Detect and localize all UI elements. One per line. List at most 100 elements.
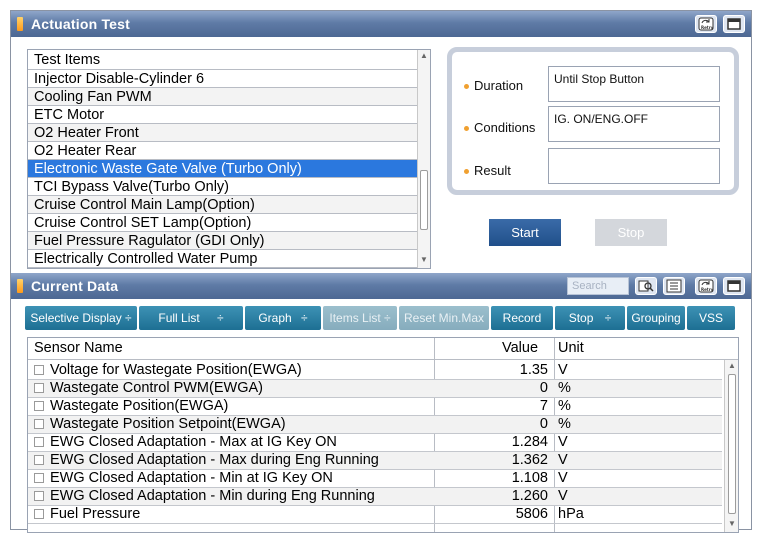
sensor-unit: V (558, 362, 568, 378)
selective-display-button[interactable]: Selective Display ÷ (25, 306, 137, 330)
sensor-unit: % (558, 380, 571, 396)
column-unit[interactable]: Unit (558, 340, 584, 356)
test-item-selected[interactable]: Electronic Waste Gate Valve (Turbo Only) (28, 160, 418, 178)
items-list-button[interactable]: Items List ÷ (323, 306, 397, 330)
find-icon[interactable] (635, 277, 657, 295)
full-list-button[interactable]: Full List ÷ (139, 306, 243, 330)
table-row[interactable]: EWG Closed Adaptation - Min during Eng R… (28, 488, 722, 506)
test-item[interactable]: Cooling Fan PWM (28, 88, 418, 106)
sensor-name-cell: Fuel Pressure (34, 506, 140, 523)
scroll-up-icon[interactable]: ▲ (728, 362, 736, 370)
full-list-arrow: ÷ (217, 311, 224, 325)
retry-icon[interactable]: Retry (695, 15, 717, 33)
sensor-name-cell: EWG Closed Adaptation - Max at IG Key ON (34, 434, 337, 451)
row-checkbox[interactable] (34, 509, 44, 519)
row-checkbox[interactable] (34, 365, 44, 375)
retry-icon[interactable]: Retry (695, 277, 717, 295)
record-button[interactable]: Record (491, 306, 553, 330)
sensor-name-cell: Wastegate Position(EWGA) (34, 398, 228, 415)
table-header: Sensor Name Value Unit (28, 338, 738, 360)
table-row[interactable]: Wastegate Control PWM(EWGA) 0 % (28, 380, 722, 398)
test-item[interactable]: O2 Heater Rear (28, 142, 418, 160)
svg-text:Retry: Retry (701, 25, 714, 30)
test-item[interactable]: O2 Heater Front (28, 124, 418, 142)
stop-data-label: Stop (568, 311, 594, 325)
start-button[interactable]: Start (489, 219, 561, 246)
sensor-value: 1.108 (511, 470, 548, 486)
test-item[interactable]: Fuel Pressure Ragulator (GDI Only) (28, 232, 418, 250)
row-checkbox[interactable] (34, 491, 44, 501)
graph-label: Graph (258, 311, 292, 325)
row-checkbox[interactable] (34, 383, 44, 393)
svg-text:Retry: Retry (701, 287, 714, 292)
sensor-unit: V (558, 434, 568, 450)
sensor-name: EWG Closed Adaptation - Max at IG Key ON (50, 434, 337, 450)
table-scrollbar[interactable]: ▲ ▼ (724, 360, 738, 532)
sensor-name-cell: Wastegate Control PWM(EWGA) (34, 380, 263, 397)
sensor-value: 1.260 (511, 488, 548, 504)
sensor-value: 0 (539, 416, 548, 432)
row-checkbox[interactable] (34, 401, 44, 411)
sensor-name-cell: EWG Closed Adaptation - Min at IG Key ON (34, 470, 333, 487)
stop-data-button[interactable]: Stop ÷ (555, 306, 625, 330)
table-row[interactable]: Voltage for Wastegate Position(EWGA) 1.3… (28, 362, 722, 380)
test-item[interactable]: TCI Bypass Valve(Turbo Only) (28, 178, 418, 196)
table-row[interactable]: Fuel Pressure 5806 hPa (28, 506, 722, 524)
sensor-name: EWG Closed Adaptation - Min at IG Key ON (50, 470, 333, 486)
column-value[interactable]: Value (502, 340, 538, 356)
row-checkbox[interactable] (34, 437, 44, 447)
scroll-down-icon[interactable]: ▼ (420, 256, 428, 264)
scroll-down-icon[interactable]: ▼ (728, 520, 736, 528)
sensor-name-cell: Voltage for Wastegate Position(EWGA) (34, 362, 302, 379)
column-sensor-name[interactable]: Sensor Name (34, 340, 123, 356)
title-marker (17, 279, 23, 293)
sensor-name: Wastegate Position(EWGA) (50, 398, 229, 414)
window-icon[interactable] (723, 15, 745, 33)
vss-button[interactable]: VSS (687, 306, 735, 330)
graph-button[interactable]: Graph ÷ (245, 306, 321, 330)
sensor-name: Wastegate Position Setpoint(EWGA) (50, 416, 286, 432)
list-icon[interactable] (663, 277, 685, 295)
window-icon[interactable] (723, 277, 745, 295)
row-checkbox[interactable] (34, 473, 44, 483)
sensor-name-cell: Wastegate Position Setpoint(EWGA) (34, 416, 286, 433)
row-checkbox[interactable] (34, 419, 44, 429)
result-label: Result (464, 163, 511, 178)
test-item[interactable]: Cruise Control SET Lamp(Option) (28, 214, 418, 232)
list-scroll-thumb[interactable] (420, 170, 428, 230)
bullet-icon (464, 84, 469, 90)
reset-minmax-button[interactable]: Reset Min.Max (399, 306, 489, 330)
sensor-name: Voltage for Wastegate Position(EWGA) (50, 362, 302, 378)
table-row[interactable]: EWG Closed Adaptation - Min at IG Key ON… (28, 470, 722, 488)
duration-label-text: Duration (474, 78, 524, 93)
table-scroll-thumb[interactable] (728, 374, 736, 514)
sensor-name: EWG Closed Adaptation - Min during Eng R… (50, 488, 375, 504)
row-checkbox[interactable] (34, 455, 44, 465)
actuation-title-bar: Actuation Test Retry (11, 11, 751, 37)
test-item[interactable]: Cruise Control Main Lamp(Option) (28, 196, 418, 214)
diagnostic-window: Actuation Test Retry Test Items Injector… (10, 10, 752, 533)
sensor-value: 5806 (515, 506, 548, 522)
test-item[interactable]: Electrically Controlled Water Pump (28, 250, 418, 268)
scroll-up-icon[interactable]: ▲ (420, 52, 428, 60)
sensor-unit: V (558, 488, 568, 504)
test-items-list: Test Items Injector Disable-Cylinder 6 C… (27, 49, 431, 269)
table-row[interactable]: Wastegate Position Setpoint(EWGA) 0 % (28, 416, 722, 434)
sensor-unit: % (558, 398, 571, 414)
sensor-name: Wastegate Control PWM(EWGA) (50, 380, 263, 396)
sensor-data-table: Sensor Name Value Unit Voltage for Waste… (27, 337, 739, 533)
sensor-unit: V (558, 470, 568, 486)
table-row[interactable]: EWG Closed Adaptation - Max during Eng R… (28, 452, 722, 470)
list-scrollbar[interactable]: ▲ ▼ (417, 50, 430, 268)
test-item[interactable]: Injector Disable-Cylinder 6 (28, 70, 418, 88)
table-row[interactable]: Wastegate Position(EWGA) 7 % (28, 398, 722, 416)
test-item[interactable]: ETC Motor (28, 106, 418, 124)
grouping-button[interactable]: Grouping (627, 306, 685, 330)
stop-button[interactable]: Stop (595, 219, 667, 246)
table-row[interactable]: EWG Closed Adaptation - Max at IG Key ON… (28, 434, 722, 452)
sensor-unit: % (558, 416, 571, 432)
stop-data-arrow: ÷ (604, 311, 612, 325)
conditions-field: IG. ON/ENG.OFF (548, 106, 720, 142)
current-data-title-bar: Current Data Search Retry (11, 273, 751, 299)
search-input[interactable]: Search (567, 277, 629, 295)
